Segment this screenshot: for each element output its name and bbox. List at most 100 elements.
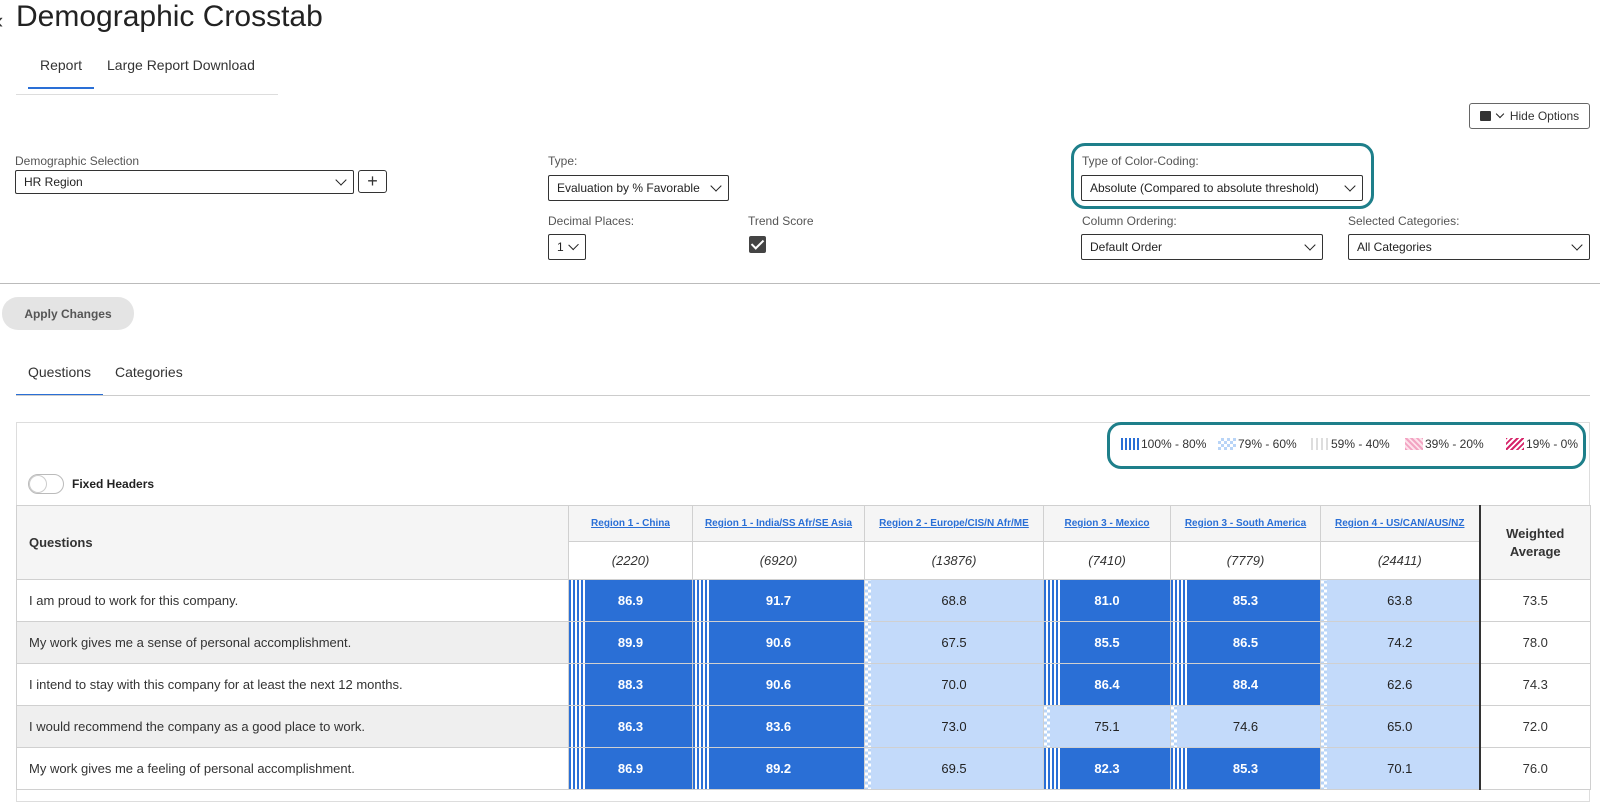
score-cell: 63.8 [1320,579,1480,622]
diagonal-swatch-icon [1506,438,1524,450]
stripe-swatch-icon [1121,438,1139,450]
chevron-down-icon [567,239,579,250]
table-row: My work gives me a sense of personal acc… [16,621,1591,664]
score-cell: 70.0 [864,663,1044,706]
score-cell: 65.0 [1320,705,1480,748]
legend-item-39-20: 39% - 20% [1405,437,1484,451]
region-header: Region 1 - India/SS Afr/SE Asia [692,505,865,542]
score-cell: 74.6 [1170,705,1321,748]
column-ordering-label: Column Ordering: [1082,214,1177,228]
question-text: My work gives me a sense of personal acc… [16,621,569,664]
color-coding-label: Type of Color-Coding: [1082,154,1199,168]
column-ordering-value: Default Order [1090,240,1163,254]
decimal-places-value: 1 [557,240,564,254]
score-cell: 85.3 [1170,579,1321,622]
score-cell: 73.0 [864,705,1044,748]
type-label: Type: [548,154,578,168]
tabs-divider [16,94,278,95]
region-count: (7779) [1170,541,1321,580]
question-text: My work gives me a feeling of personal a… [16,747,569,790]
trend-score-label: Trend Score [748,214,814,228]
region-count: (6920) [692,541,865,580]
region-link[interactable]: Region 4 - US/CAN/AUS/NZ [1335,518,1464,529]
selected-categories-label: Selected Categories: [1348,214,1460,228]
legend-item-79-60: 79% - 60% [1218,437,1297,451]
score-cell: 68.8 [864,579,1044,622]
score-cell: 83.6 [692,705,865,748]
legend-item-19-0: 19% - 0% [1506,437,1578,451]
decimal-places-select[interactable]: 1 [548,234,586,260]
score-cell: 75.1 [1043,705,1171,748]
color-coding-select[interactable]: Absolute (Compared to absolute threshold… [1081,175,1363,201]
score-cell: 85.3 [1170,747,1321,790]
questions-header: Questions [16,505,569,580]
apply-changes-button[interactable]: Apply Changes [2,297,134,330]
weighted-average-cell: 74.3 [1478,663,1591,706]
calendar-icon [1479,111,1491,121]
type-select-value: Evaluation by % Favorable [557,181,700,195]
chevron-left-icon[interactable]: ‹ [0,8,3,34]
legend-item-100-80: 100% - 80% [1121,437,1206,451]
demographic-selection-label: Demographic Selection [15,154,140,168]
weighted-average-cell: 72.0 [1478,705,1591,748]
table-row: I would recommend the company as a good … [16,705,1591,748]
score-cell: 91.7 [692,579,865,622]
chevron-down-icon [1344,179,1356,192]
question-text: I am proud to work for this company. [16,579,569,622]
score-cell: 88.3 [568,663,693,706]
score-cell: 90.6 [692,663,865,706]
region-link[interactable]: Region 1 - China [591,518,670,529]
weighted-average-cell: 78.0 [1478,621,1591,664]
region-link[interactable]: Region 1 - India/SS Afr/SE Asia [705,518,852,529]
region-count: (2220) [568,541,693,580]
legend-item-59-40: 59% - 40% [1311,437,1390,451]
region-link[interactable]: Region 2 - Europe/CIS/N Afr/ME [879,518,1029,529]
question-text: I intend to stay with this company for a… [16,663,569,706]
chevron-down-icon [710,179,722,192]
hide-options-button[interactable]: Hide Options [1469,103,1590,129]
result-tabs-divider [16,395,1590,396]
weighted-average-cell: 73.5 [1478,579,1591,622]
tab-large-report-download[interactable]: Large Report Download [95,57,267,89]
demographic-select[interactable]: HR Region [15,170,354,194]
color-coding-value: Absolute (Compared to absolute threshold… [1090,181,1319,195]
tab-categories[interactable]: Categories [103,364,195,396]
score-cell: 81.0 [1043,579,1171,622]
score-cell: 86.4 [1043,663,1171,706]
tab-report[interactable]: Report [28,57,95,89]
region-link[interactable]: Region 3 - Mexico [1064,518,1149,529]
selected-categories-select[interactable]: All Categories [1348,234,1590,260]
chevron-down-icon [335,173,347,186]
region-header: Region 3 - Mexico [1043,505,1171,542]
chevron-down-icon [1495,109,1505,119]
score-cell: 82.3 [1043,747,1171,790]
crosstab-table: Questions Region 1 - China Region 1 - In… [16,505,1591,790]
column-ordering-select[interactable]: Default Order [1081,234,1323,260]
demographic-select-value: HR Region [24,175,83,189]
score-cell: 89.9 [568,621,693,664]
region-link[interactable]: Region 3 - South America [1185,518,1306,529]
table-row: I am proud to work for this company. 86.… [16,579,1591,622]
selected-categories-value: All Categories [1357,240,1432,254]
grid-swatch-icon [1311,438,1329,450]
score-cell: 90.6 [692,621,865,664]
add-demographic-button[interactable]: + [358,170,387,193]
region-count: (13876) [864,541,1044,580]
trend-score-checkbox[interactable] [749,236,766,253]
region-header: Region 4 - US/CAN/AUS/NZ [1320,505,1480,542]
region-header: Region 1 - China [568,505,693,542]
region-count: (24411) [1320,541,1480,580]
score-cell: 88.4 [1170,663,1321,706]
score-cell: 69.5 [864,747,1044,790]
score-cell: 85.5 [1043,621,1171,664]
tab-questions[interactable]: Questions [16,364,104,396]
fixed-headers-toggle[interactable] [28,474,64,494]
score-cell: 86.5 [1170,621,1321,664]
region-header: Region 2 - Europe/CIS/N Afr/ME [864,505,1044,542]
weighted-average-header: Weighted Average [1478,505,1591,580]
chevron-down-icon [1304,238,1316,251]
checker-swatch-icon [1218,438,1236,450]
region-count: (7410) [1043,541,1171,580]
plus-icon: + [367,171,378,191]
type-select[interactable]: Evaluation by % Favorable [548,175,729,201]
